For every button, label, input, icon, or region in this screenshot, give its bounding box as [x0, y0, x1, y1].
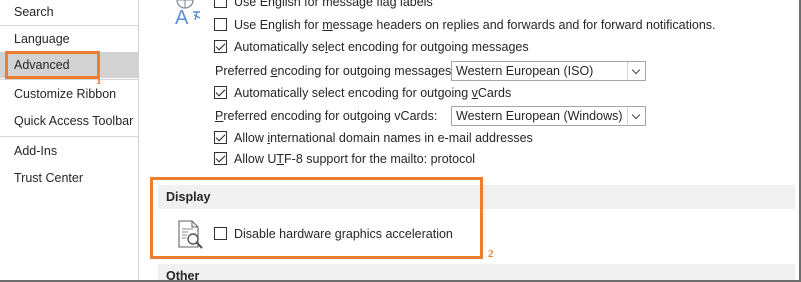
option-label: Allow international domain names in e-ma…: [234, 131, 533, 145]
auto-encoding-messages-checkbox[interactable]: [214, 40, 227, 53]
option-auto-encoding-vcards[interactable]: Automatically select encoding for outgoi…: [148, 83, 788, 103]
option-utf8-mailto[interactable]: Allow UTF-8 support for the mailto: prot…: [148, 149, 788, 169]
option-label: Allow UTF-8 support for the mailto: prot…: [234, 152, 476, 166]
international-domain-names-checkbox[interactable]: [214, 131, 227, 144]
sidebar-item-quick-access-toolbar[interactable]: Quick Access Toolbar: [0, 108, 138, 134]
option-label: Use English for message flag labels: [234, 0, 433, 9]
encoding-messages-label: Preferred encoding for outgoing messages…: [215, 64, 455, 78]
advanced-options-pane: A Use English for message flag labels Us…: [148, 0, 795, 282]
sidebar-item-customize-ribbon[interactable]: Customize Ribbon: [0, 81, 138, 107]
sidebar-item-trust-center[interactable]: Trust Center: [0, 165, 138, 191]
english-flag-labels-checkbox[interactable]: [214, 0, 227, 8]
option-label: Automatically select encoding for outgoi…: [234, 86, 512, 100]
pane-gap: [139, 0, 148, 282]
option-label: Use English for message headers on repli…: [234, 18, 716, 32]
section-header-other: Other: [158, 264, 795, 282]
encoding-vcards-label: Preferred encoding for outgoing vCards:: [215, 109, 438, 123]
section-header-display: Display: [158, 185, 795, 209]
auto-encoding-vcards-checkbox[interactable]: [214, 86, 227, 99]
option-disable-hardware-acceleration[interactable]: Disable hardware graphics acceleration: [148, 224, 548, 244]
chevron-down-icon[interactable]: [627, 62, 645, 80]
sidebar-item-language[interactable]: Language: [0, 26, 138, 52]
callout-number-1: 1: [96, 75, 102, 87]
option-label: Disable hardware graphics acceleration: [234, 227, 453, 241]
sidebar-item-advanced[interactable]: Advanced: [0, 52, 138, 78]
encoding-vcards-dropdown[interactable]: Western European (Windows): [451, 106, 646, 126]
disable-hardware-acceleration-checkbox[interactable]: [214, 227, 227, 240]
english-message-headers-checkbox[interactable]: [214, 18, 227, 31]
option-english-flag-labels[interactable]: Use English for message flag labels: [148, 0, 788, 12]
encoding-messages-dropdown[interactable]: Western European (ISO): [451, 61, 646, 81]
utf8-mailto-checkbox[interactable]: [214, 152, 227, 165]
options-sidebar: Search Language Advanced Customize Ribbo…: [0, 0, 139, 282]
callout-number-2: 2: [488, 248, 494, 260]
option-english-message-headers[interactable]: Use English for message headers on repli…: [148, 15, 788, 35]
sidebar-divider: [0, 79, 138, 80]
sidebar-item-add-ins[interactable]: Add-Ins: [0, 138, 138, 164]
option-label: Automatically select encoding for outgoi…: [234, 40, 529, 54]
encoding-vcards-value: Western European (Windows): [456, 109, 623, 123]
sidebar-divider: [0, 136, 138, 137]
chevron-down-icon[interactable]: [627, 107, 645, 125]
encoding-messages-value: Western European (ISO): [456, 64, 594, 78]
option-international-domain-names[interactable]: Allow international domain names in e-ma…: [148, 128, 788, 148]
option-auto-encoding-messages[interactable]: Automatically select encoding for outgoi…: [148, 37, 788, 57]
sidebar-item-search[interactable]: Search: [0, 0, 138, 25]
